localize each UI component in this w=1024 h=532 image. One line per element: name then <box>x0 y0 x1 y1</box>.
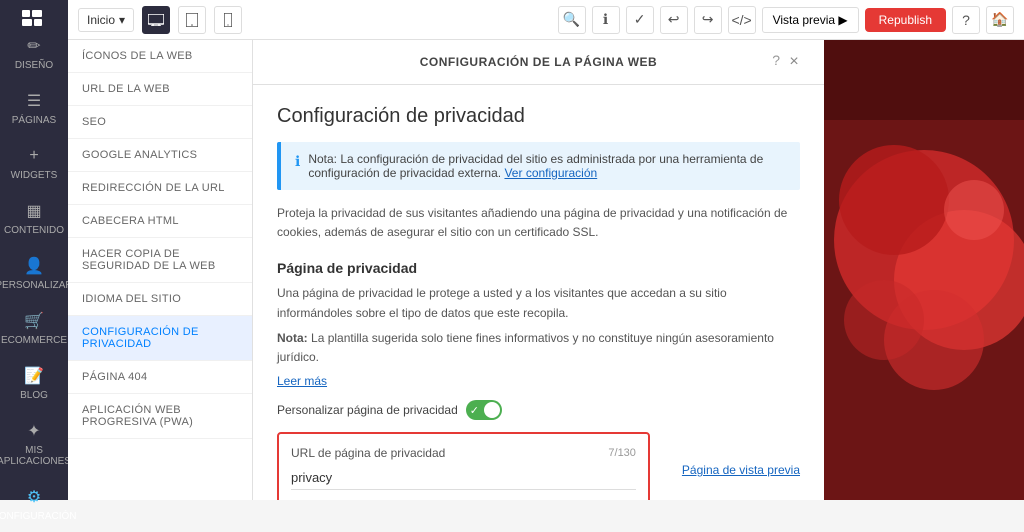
pencil-icon: ✏ <box>24 36 44 56</box>
inicio-dropdown[interactable]: Inicio ▾ <box>78 8 134 32</box>
url-action-row: Personalizar <box>291 490 636 500</box>
help-btn[interactable]: ? <box>952 6 980 34</box>
sec-item-url-web[interactable]: URL DE LA WEB <box>68 73 252 106</box>
home-btn[interactable]: 🏠 <box>986 6 1014 34</box>
sidebar-item-contenido[interactable]: ▦ CONTENIDO <box>0 191 68 246</box>
mobile-view-btn[interactable] <box>214 6 242 34</box>
vista-previa-link[interactable]: Página de vista previa <box>682 463 800 477</box>
sidebar-item-blog[interactable]: 📝 BLOG <box>0 356 68 411</box>
sidebar-item-mis-aplicaciones[interactable]: ✦ MIS APLICACIONES <box>0 411 68 477</box>
undo-btn[interactable]: ↩ <box>660 6 688 34</box>
background-image-area <box>824 40 1024 500</box>
toolbar-right: 🔍 ℹ ✓ ↩ ↪ </> Vista previa ▶ Republish ?… <box>558 6 1014 34</box>
sec-item-cabecera-html[interactable]: CABECERA HTML <box>68 205 252 238</box>
privacy-desc: Proteja la privacidad de sus visitantes … <box>277 204 800 242</box>
toolbar: Inicio ▾ 🔍 ℹ ✓ ↩ ↪ </> Vista previa ▶ Re… <box>68 0 1024 40</box>
sidebar-item-paginas[interactable]: ☰ PÁGINAS <box>0 81 68 136</box>
sidebar-item-diseno[interactable]: ✏ DISEÑO <box>0 26 68 81</box>
search-btn[interactable]: 🔍 <box>558 6 586 34</box>
info-box: ℹ Nota: La configuración de privacidad d… <box>277 142 800 190</box>
pages-icon: ☰ <box>24 91 44 111</box>
info-circle-icon: ℹ <box>295 153 300 170</box>
url-label-row: URL de página de privacidad 7/130 <box>291 446 636 460</box>
modal-close-btn[interactable]: × <box>784 52 804 72</box>
vista-previa-btn[interactable]: Vista previa ▶ <box>762 7 859 33</box>
modal-overlay: CONFIGURACIÓN DE LA PÁGINA WEB × ? Confi… <box>253 40 1024 500</box>
toggle-check-icon: ✓ <box>470 404 479 417</box>
modal-heading: Configuración de privacidad <box>277 105 800 128</box>
left-sidebar: ✏ DISEÑO ☰ PÁGINAS + WIDGETS ▦ CONTENIDO… <box>0 0 68 500</box>
sec-item-config-privacidad[interactable]: CONFIGURACIÓN DE PRIVACIDAD <box>68 316 252 361</box>
app-logo[interactable] <box>17 10 47 26</box>
privacy-section-title: Página de privacidad <box>277 260 800 276</box>
user-icon: 👤 <box>24 256 44 276</box>
modal-title: CONFIGURACIÓN DE LA PÁGINA WEB <box>293 55 784 69</box>
privacy-section-note: Nota: La plantilla sugerida solo tiene f… <box>277 329 800 367</box>
sec-item-google-analytics[interactable]: GOOGLE ANALYTICS <box>68 139 252 172</box>
content-row: ÍCONOS DE LA WEB URL DE LA WEB SEO GOOGL… <box>68 40 1024 500</box>
main-area: Inicio ▾ 🔍 ℹ ✓ ↩ ↪ </> Vista previa ▶ Re… <box>68 0 1024 500</box>
sec-item-app-web-progresiva[interactable]: APLICACIÓN WEB PROGRESIVA (PWA) <box>68 394 252 439</box>
url-section: URL de página de privacidad 7/130 Person… <box>277 432 650 500</box>
cart-icon: 🛒 <box>24 311 44 331</box>
toggle-row: Personalizar página de privacidad ✓ <box>277 400 800 420</box>
secondary-sidebar: ÍCONOS DE LA WEB URL DE LA WEB SEO GOOGL… <box>68 40 253 500</box>
tablet-view-btn[interactable] <box>178 6 206 34</box>
content-icon: ▦ <box>24 201 44 221</box>
modal-body: Configuración de privacidad ℹ Nota: La c… <box>253 85 824 500</box>
sec-item-pagina-404[interactable]: PÁGINA 404 <box>68 361 252 394</box>
desktop-view-btn[interactable] <box>142 6 170 34</box>
sidebar-item-ecommerce[interactable]: 🛒 ECOMMERCE <box>0 301 68 356</box>
republish-btn[interactable]: Republish <box>865 8 946 32</box>
toggle-label: Personalizar página de privacidad <box>277 403 458 417</box>
ver-configuracion-link[interactable]: Ver configuración <box>504 166 597 180</box>
chevron-down-icon: ▾ <box>119 13 125 27</box>
modal: CONFIGURACIÓN DE LA PÁGINA WEB × ? Confi… <box>253 40 824 500</box>
privacy-section-desc1: Una página de privacidad le protege a us… <box>277 284 800 322</box>
url-field-label: URL de página de privacidad <box>291 446 445 460</box>
sec-item-copia-seguridad[interactable]: HACER COPIA DE SEGURIDAD DE LA WEB <box>68 238 252 283</box>
redo-btn[interactable]: ↪ <box>694 6 722 34</box>
gear-icon: ⚙ <box>24 487 44 507</box>
main-panel: CONFIGURACIÓN DE LA PÁGINA WEB × ? Confi… <box>253 40 1024 500</box>
apps-icon: ✦ <box>24 421 44 441</box>
code-btn[interactable]: </> <box>728 6 756 34</box>
url-input[interactable] <box>291 466 636 490</box>
blog-icon: 📝 <box>24 366 44 386</box>
url-counter: 7/130 <box>608 447 636 459</box>
privacy-page-toggle[interactable]: ✓ <box>466 400 502 420</box>
sec-item-iconos-web[interactable]: ÍCONOS DE LA WEB <box>68 40 252 73</box>
sidebar-item-configuracion[interactable]: ⚙ CONFIGURACIÓN <box>0 477 68 532</box>
check-btn[interactable]: ✓ <box>626 6 654 34</box>
widgets-icon: + <box>24 146 44 166</box>
sec-item-seo[interactable]: SEO <box>68 106 252 139</box>
sidebar-item-personalizar[interactable]: 👤 PERSONALIZAR <box>0 246 68 301</box>
read-more-link[interactable]: Leer más <box>277 374 327 388</box>
sec-item-redireccion-url[interactable]: REDIRECCIÓN DE LA URL <box>68 172 252 205</box>
info-btn[interactable]: ℹ <box>592 6 620 34</box>
modal-help-icon[interactable]: ? <box>772 52 780 68</box>
modal-header: CONFIGURACIÓN DE LA PÁGINA WEB × <box>253 40 824 85</box>
sidebar-item-widgets[interactable]: + WIDGETS <box>0 136 68 191</box>
sec-item-idioma-sitio[interactable]: IDIOMA DEL SITIO <box>68 283 252 316</box>
